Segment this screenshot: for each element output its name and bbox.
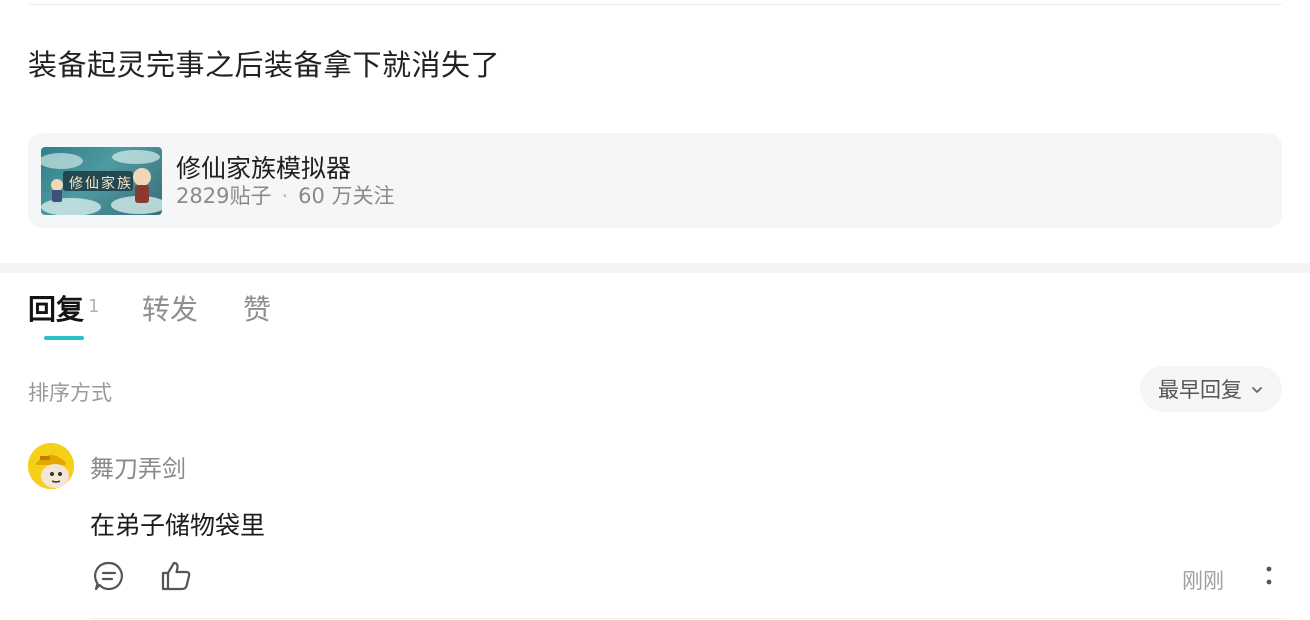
tab-likes[interactable]: 赞 <box>243 288 271 328</box>
forum-thumbnail: 修仙家族 <box>41 147 162 215</box>
sort-selected-value: 最早回复 <box>1158 378 1242 402</box>
active-tab-indicator <box>44 336 84 340</box>
comment-item: 舞刀弄剑 在弟子储物袋里 刚刚 <box>0 440 1310 620</box>
forum-follower-count: 60 万关注 <box>298 184 395 208</box>
post-text: 装备起灵完事之后装备拿下就消失了 <box>28 48 501 82</box>
stats-separator: · <box>281 184 289 208</box>
forum-stats: 2829贴子 · 60 万关注 <box>176 180 395 210</box>
avatar[interactable] <box>28 443 74 489</box>
comment-username[interactable]: 舞刀弄剑 <box>90 449 186 484</box>
more-icon[interactable] <box>1258 564 1280 590</box>
tab-reposts[interactable]: 转发 <box>142 288 198 328</box>
tab-replies[interactable]: 回复 1 <box>28 288 99 328</box>
like-icon[interactable] <box>159 559 193 593</box>
comment-divider <box>90 618 1282 619</box>
comment-text: 在弟子储物袋里 <box>90 511 266 540</box>
sort-dropdown[interactable]: 最早回复 <box>1140 366 1282 412</box>
forum-post-count: 2829贴子 <box>176 184 272 208</box>
top-divider <box>28 4 1282 5</box>
thumbnail-title: 修仙家族 <box>69 176 133 192</box>
section-separator <box>0 263 1310 273</box>
sort-label: 排序方式 <box>28 381 112 405</box>
comment-time: 刚刚 <box>1182 569 1224 593</box>
tab-replies-count: 1 <box>88 296 100 317</box>
chevron-down-icon <box>1250 382 1264 396</box>
reply-icon[interactable] <box>92 559 126 593</box>
tab-replies-label: 回复 <box>28 293 85 326</box>
forum-card[interactable]: 修仙家族 修仙家族模拟器 2829贴子 · 60 万关注 <box>28 133 1282 228</box>
